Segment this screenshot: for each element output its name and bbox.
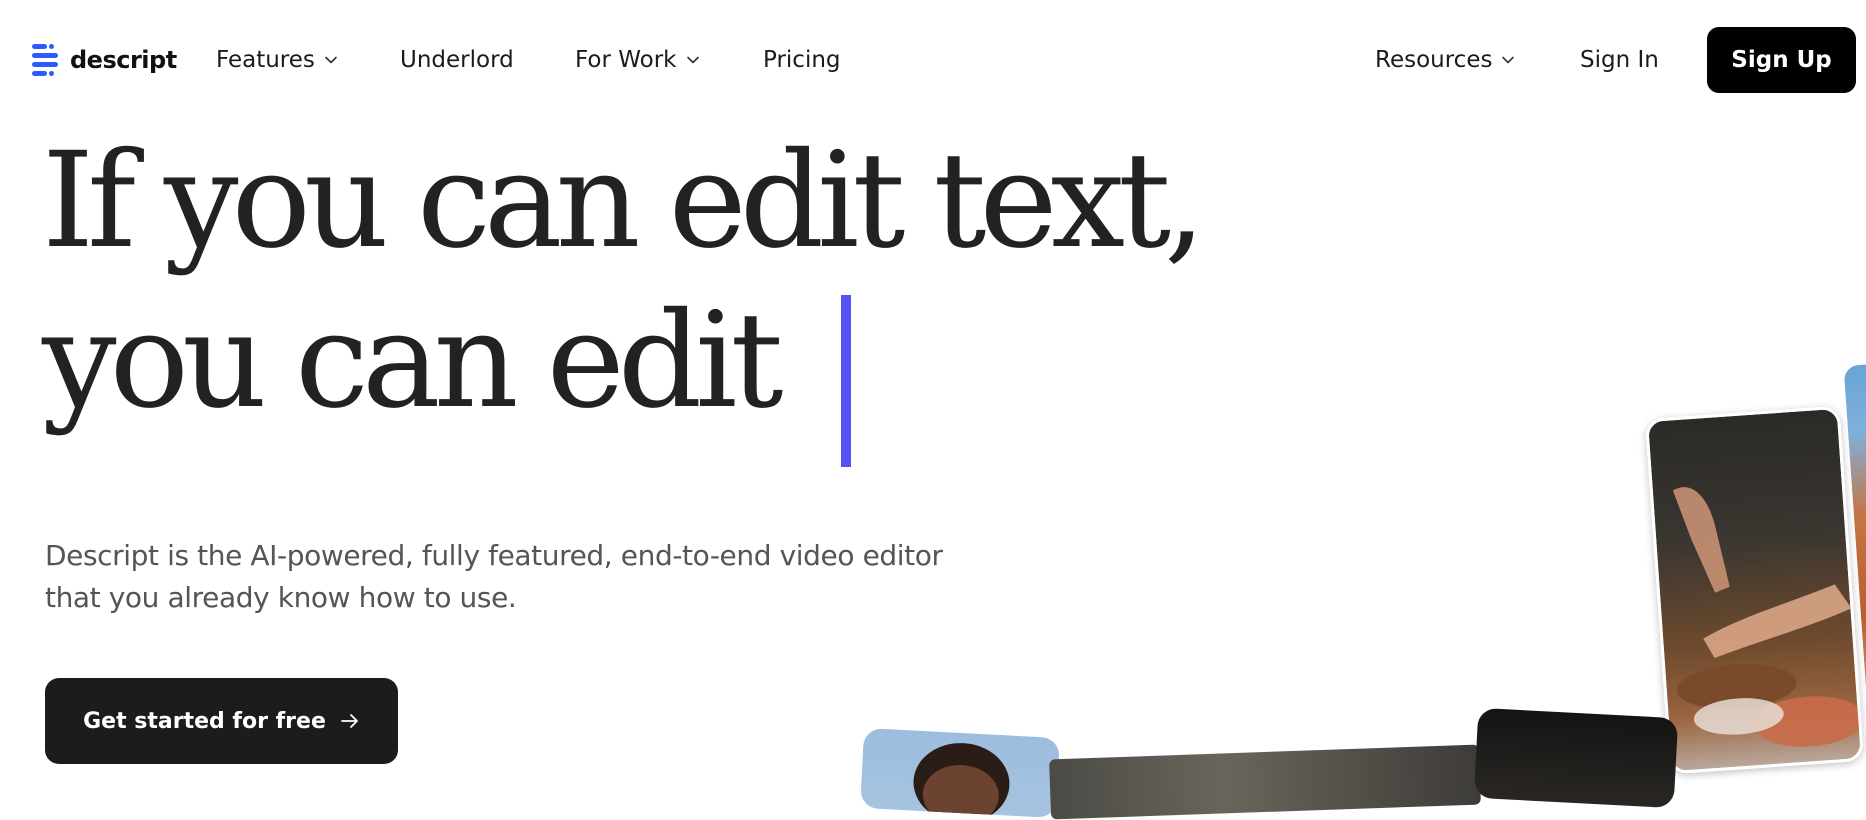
text-cursor-caret bbox=[841, 295, 851, 467]
chevron-down-icon bbox=[686, 56, 699, 64]
descript-logo-icon bbox=[32, 44, 58, 76]
get-started-label: Get started for free bbox=[83, 708, 326, 734]
sign-in-link[interactable]: Sign In bbox=[1580, 43, 1659, 77]
arrow-right-icon bbox=[340, 714, 358, 728]
nav-resources-label: Resources bbox=[1375, 47, 1493, 73]
hero-headline-line-1: If you can edit text, bbox=[42, 124, 1206, 278]
chevron-down-icon bbox=[325, 56, 337, 64]
video-strip-thumbnail bbox=[1049, 744, 1481, 820]
nav-for-work-label: For Work bbox=[575, 47, 677, 73]
cooking-scene-illustration bbox=[1672, 487, 1865, 747]
chevron-down-icon bbox=[1502, 56, 1515, 64]
hero-subtitle-line-1: Descript is the AI-powered, fully featur… bbox=[45, 539, 943, 572]
dark-video-thumbnail bbox=[1473, 707, 1679, 809]
cooking-video-thumbnail bbox=[1644, 405, 1865, 775]
sign-up-label: Sign Up bbox=[1731, 47, 1832, 73]
nav-pricing[interactable]: Pricing bbox=[763, 43, 841, 77]
nav-underlord-label: Underlord bbox=[400, 47, 514, 73]
nav-pricing-label: Pricing bbox=[763, 47, 841, 73]
sign-in-label: Sign In bbox=[1580, 47, 1659, 73]
hero-subtitle: Descript is the AI-powered, fully featur… bbox=[45, 535, 1045, 619]
descript-logo[interactable]: descript bbox=[32, 43, 177, 77]
nav-features-label: Features bbox=[216, 47, 315, 73]
logo-wordmark: descript bbox=[70, 46, 177, 74]
hero-headline-line-2: you can edit bbox=[42, 284, 783, 438]
nav-resources[interactable]: Resources bbox=[1375, 43, 1515, 77]
sign-up-button[interactable]: Sign Up bbox=[1707, 27, 1856, 93]
get-started-button[interactable]: Get started for free bbox=[45, 678, 398, 764]
person-portrait-illustration bbox=[913, 743, 1010, 819]
nav-underlord[interactable]: Underlord bbox=[400, 43, 514, 77]
person-video-thumbnail bbox=[860, 727, 1060, 819]
nav-features[interactable]: Features bbox=[216, 43, 337, 77]
hero-subtitle-line-2: that you already know how to use. bbox=[45, 581, 517, 614]
site-header: descript Features Underlord For Work Pri… bbox=[0, 0, 1866, 119]
nav-for-work[interactable]: For Work bbox=[575, 43, 699, 77]
